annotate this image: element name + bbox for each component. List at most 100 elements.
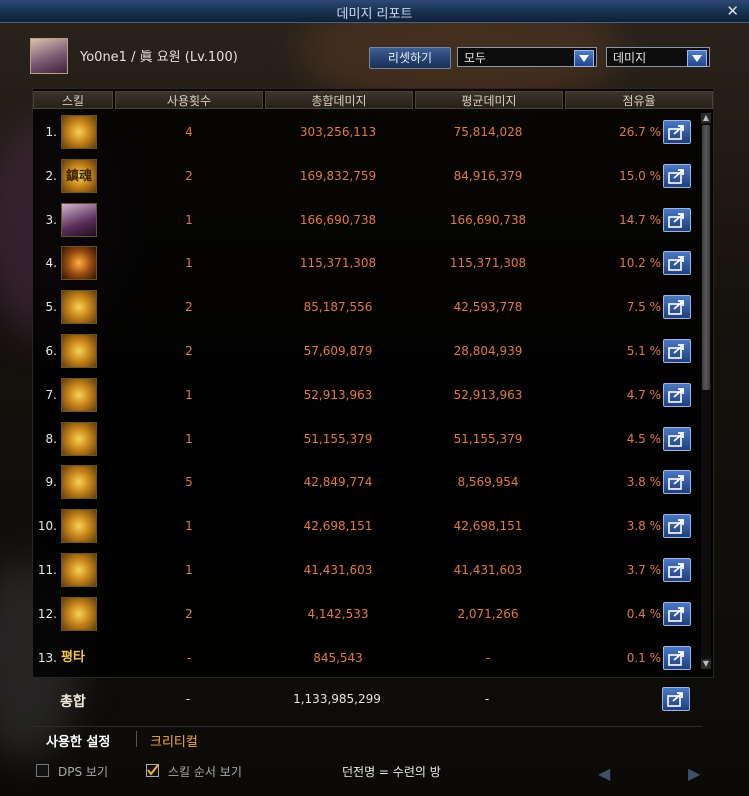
col-skill[interactable]: 스킬 [33,91,113,109]
skill-icon [61,509,97,544]
skill-icon: 평타 [61,649,85,665]
average-damage: 115,371,308 [449,256,527,271]
use-count: 2 [185,344,193,358]
share-icon[interactable] [663,382,691,407]
scrollbar[interactable]: ▲ ▼ [701,113,711,669]
col-avg[interactable]: 평균데미지 [415,91,563,109]
title-bar[interactable]: 데미지 리포트 ✕ [0,0,749,23]
average-damage: 51,155,379 [453,431,523,446]
use-count: 1 [185,212,193,227]
skill-icon-text: 鎮魂 [65,168,92,184]
rank-number: 1. [45,125,57,139]
average-damage: - [485,650,491,665]
table-row: 3. 1 166,690,738 166,690,738 14.7 % [33,199,703,243]
report-header: Yo0ne1 / 眞 요원 (Lv.100) 리셋하기 모두 데미지 [24,34,724,78]
reset-button[interactable]: 리셋하기 [369,47,451,69]
chevron-down-icon[interactable] [687,50,707,67]
scroll-down-icon[interactable]: ▼ [701,659,711,669]
tab-used-settings[interactable]: 사용한 설정 [46,731,110,750]
total-damage: 57,609,879 [303,344,373,358]
rank-number: 4. [45,256,57,271]
skill-icon [61,553,97,587]
tab-critical[interactable]: 크리티컬 [150,731,198,750]
scroll-thumb[interactable] [702,125,710,390]
table-header: 스킬 사용횟수 총합데미지 평균데미지 점유율 [33,91,713,109]
total-damage: 169,832,759 [299,168,377,183]
table-row: 6. 2 57,609,879 28,804,939 5.1 % [33,330,703,374]
skill-icon [61,202,97,237]
total-damage: 845,543 [313,650,363,665]
footer: DPS 보기 스킬 순서 보기 던전명 = 수련의 방 ◀ ▶ [0,756,749,796]
skill-table: 스킬 사용횟수 총합데미지 평균데미지 점유율 1. 4 303,256,113 75… [32,88,714,678]
dps-checkbox[interactable] [36,764,49,777]
rank-number: 6. [45,344,57,358]
share-icon[interactable] [663,120,691,144]
share-icon[interactable] [663,163,691,188]
skill-icon [61,596,97,631]
damage-share: 0.1 % [626,650,661,665]
col-total[interactable]: 총합데미지 [265,91,413,109]
rank-number: 8. [45,431,57,446]
damage-share: 3.8 % [626,475,661,490]
total-damage: 42,849,774 [303,475,373,490]
prev-page-icon[interactable]: ◀ [598,764,610,783]
target-filter-select[interactable]: 모두 [457,47,597,67]
use-count: 1 [185,563,193,577]
rank-number: 13. [37,650,57,665]
skill-icon [61,290,97,325]
share-icon[interactable] [663,514,691,539]
damage-report-window: 데미지 리포트 ✕ Yo0ne1 / 眞 요원 (Lv.100) 리셋하기 모두… [0,0,749,796]
share-icon[interactable] [663,426,691,451]
use-count: 4 [185,125,193,139]
skill-order-checkbox[interactable] [146,764,159,777]
rank-number: 7. [45,387,57,402]
skill-icon [61,465,97,500]
share-icon[interactable] [663,339,691,363]
rank-number: 11. [37,563,57,577]
report-tabs: 사용한 설정 크리티컬 [32,726,702,751]
metric-filter-select[interactable]: 데미지 [606,47,710,67]
damage-share: 15.0 % [619,168,661,183]
share-icon[interactable] [663,470,691,495]
total-damage: 1,133,985,299 [293,692,381,706]
average-damage: 42,593,778 [453,300,523,315]
share-icon[interactable] [662,687,690,711]
share-icon[interactable] [663,251,691,276]
damage-share: 26.7 % [619,125,661,139]
target-filter-value: 모두 [464,51,487,65]
total-damage: 52,913,963 [303,387,373,402]
total-damage: 85,187,556 [303,300,373,315]
close-icon[interactable]: ✕ [726,2,739,20]
use-count: 2 [185,168,193,183]
damage-share: 4.7 % [626,387,661,402]
damage-share: 3.8 % [626,519,661,534]
chevron-down-icon[interactable] [574,50,594,67]
share-icon[interactable] [663,295,691,320]
window-title: 데미지 리포트 [336,7,413,22]
average-damage: 52,913,963 [453,387,523,402]
use-count: 5 [185,475,193,490]
skill-icon [61,377,97,412]
total-damage: 4,142,533 [307,606,369,621]
scroll-up-icon[interactable]: ▲ [701,113,711,123]
use-count: 1 [185,431,193,446]
total-label: 총합 [60,694,86,710]
total-damage: 42,698,151 [303,519,373,534]
average-damage: 41,431,603 [453,563,523,577]
damage-share: 10.2 % [619,256,661,271]
table-row: 8. 1 51,155,379 51,155,379 4.5 % [33,418,703,462]
share-icon[interactable] [663,207,691,232]
table-row: 2. 鎮魂 2 169,832,759 84,916,379 15.0 % [33,155,703,199]
player-name: Yo0ne1 / 眞 요원 (Lv.100) [80,50,238,65]
share-icon[interactable] [663,601,691,626]
share-icon[interactable] [663,645,691,670]
rank-number: 12. [37,606,57,621]
avatar [30,38,68,74]
total-damage: 166,690,738 [299,212,377,227]
next-page-icon[interactable]: ▶ [688,764,700,783]
col-share[interactable]: 점유율 [565,91,713,109]
share-icon[interactable] [663,558,691,582]
metric-filter-value: 데미지 [613,51,647,65]
rank-number: 5. [45,300,57,315]
col-count[interactable]: 사용횟수 [115,91,263,109]
